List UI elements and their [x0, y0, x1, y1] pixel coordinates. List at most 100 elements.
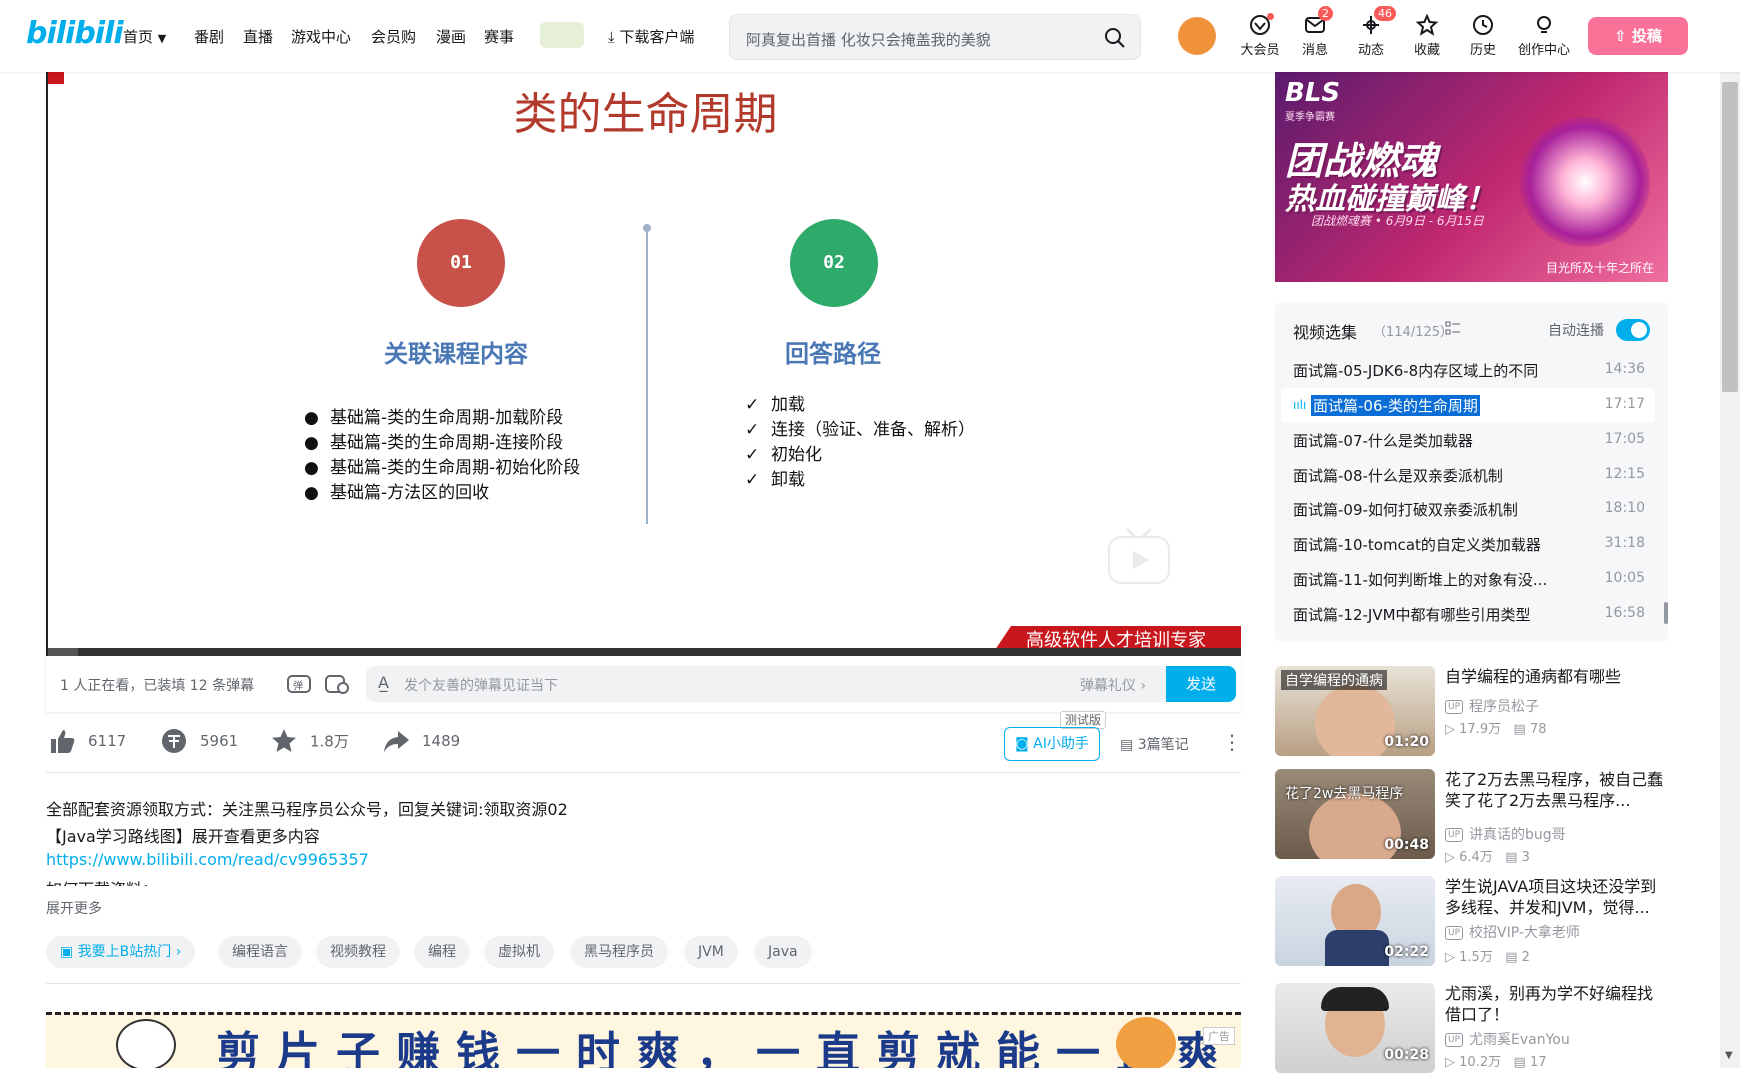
uploader[interactable]: UP 程序员松子 [1445, 696, 1539, 716]
video-stats: ▷ 6.4万 ▤ 3 [1445, 850, 1530, 865]
send-button[interactable]: 发送 [1166, 666, 1236, 702]
list-view-icon[interactable] [1445, 320, 1461, 336]
upload-button[interactable]: ⇧ 投稿 [1588, 17, 1688, 55]
uploader[interactable]: UP 尤雨奚EvanYou [1445, 1029, 1570, 1049]
notes-button[interactable]: ▤ 3篇笔记 [1120, 734, 1189, 754]
description-line: 全部配套资源领取方式：关注黑马程序员公众号，回复关键词:领取资源02 [46, 800, 568, 819]
scroll-down-icon[interactable]: ▼ [1725, 1050, 1733, 1061]
playing-wave-icon: ıılı [1293, 398, 1307, 412]
comment-icon: ▤ [1505, 850, 1518, 865]
tag[interactable]: Java [754, 936, 812, 968]
video-thumbnail[interactable]: 花了2w去黑马程序 00:48 [1275, 769, 1435, 859]
thumbnail-suit [1325, 930, 1389, 966]
search-input[interactable]: 阿真复出首播 化妆只会掩盖我的美貌 [746, 29, 991, 50]
header-message[interactable]: 2 消息 [1290, 6, 1340, 58]
danmaku-toggle-icon[interactable]: 弹 [286, 672, 312, 696]
progress-bar[interactable] [48, 648, 1241, 656]
video-title[interactable]: 学生说JAVA项目这块还没学到多线程、并发和JVM，觉得... [1445, 876, 1668, 918]
expand-more-link[interactable]: 展开更多 [46, 898, 102, 918]
avatar[interactable] [1178, 17, 1216, 55]
uploader[interactable]: UP 校招VIP-大拿老师 [1445, 922, 1580, 942]
danmaku-placeholder: 发个友善的弹幕见证当下 [404, 678, 558, 694]
nav-home[interactable]: 首页 ▼ [123, 26, 166, 47]
cat-mascot-icon [1116, 1017, 1176, 1068]
danmaku-etiquette-link[interactable]: 弹幕礼仪 › [1080, 675, 1146, 695]
video-title[interactable]: 自学编程的通病都有哪些 [1445, 666, 1668, 687]
bilibili-logo[interactable]: bilibili [26, 16, 124, 51]
video-thumbnail[interactable]: 自学编程的通病 01:20 [1275, 666, 1435, 756]
header-creator-center[interactable]: 创作中心 [1516, 14, 1572, 58]
recommended-video[interactable]: 00:28 尤雨溪，别再为学不好编程找借口了！ UP 尤雨奚EvanYou ▷ 1… [1275, 983, 1668, 1073]
ad-label: 广告 [1203, 1027, 1235, 1045]
bullet-item: ● 基础篇-方法区的回收 [304, 483, 490, 503]
comment-icon: ▤ [1505, 950, 1518, 965]
event-mascot-icon[interactable] [540, 22, 584, 48]
playlist-item[interactable]: 面试篇-07-什么是类加载器 17:05 [1281, 423, 1655, 457]
search-bar[interactable]: 阿真复出首播 化妆只会掩盖我的美貌 [729, 14, 1141, 60]
play-icon: ▷ [1445, 950, 1455, 965]
header-history[interactable]: 历史 [1458, 14, 1508, 58]
ad-banner[interactable]: 剪片子赚钱一时爽，一直剪就能一直爽 广告 [46, 1012, 1241, 1068]
progress-fill [48, 648, 78, 656]
nav-game-center[interactable]: 游戏中心 [291, 26, 351, 47]
tag[interactable]: JVM [684, 936, 738, 968]
ai-assistant-button[interactable]: ◙ AI小助手 [1004, 727, 1100, 761]
tag[interactable]: 视频教程 [316, 936, 400, 968]
more-options-icon[interactable]: ⋮ [1222, 730, 1242, 754]
check-item: ✓ 连接（验证、准备、解析） [745, 420, 975, 440]
danmaku-settings-icon[interactable] [324, 672, 350, 696]
nav-manga[interactable]: 漫画 [436, 26, 466, 47]
video-title[interactable]: 花了2万去黑马程序，被自己蠢笑了花了2万去黑马程序... [1445, 769, 1668, 811]
playlist-item[interactable]: 面试篇-09-如何打破双亲委派机制 18:10 [1281, 492, 1655, 526]
playlist-item[interactable]: 面试篇-11-如何判断堆上的对象有没... 10:05 [1281, 562, 1655, 596]
nav-mall[interactable]: 会员购 [371, 26, 416, 47]
video-thumbnail[interactable]: 00:28 [1275, 983, 1435, 1073]
playlist-item-active[interactable]: ıılı 面试篇-06-类的生命周期 17:17 [1281, 388, 1655, 422]
description-link[interactable]: https://www.bilibili.com/read/cv9965357 [46, 850, 369, 869]
recommended-video[interactable]: 自学编程的通病 01:20 自学编程的通病都有哪些 UP 程序员松子 ▷ 17.9… [1275, 666, 1668, 758]
banner-slogan: 剪片子赚钱一时爽，一直剪就能一直爽 [216, 1028, 1236, 1068]
coin-button[interactable]: 5961 [160, 727, 238, 759]
tag[interactable]: 黑马程序员 [570, 936, 668, 968]
download-icon: ⤓ [608, 28, 615, 46]
tag[interactable]: 虚拟机 [484, 936, 554, 968]
danmaku-input[interactable]: A̲ 发个友善的弹幕见证当下 弹幕礼仪 › 发送 [366, 666, 1236, 702]
nav-match[interactable]: 赛事 [484, 26, 514, 47]
video-title[interactable]: 尤雨溪，别再为学不好编程找借口了！ [1445, 983, 1668, 1025]
uploader[interactable]: UP 讲真话的bug哥 [1445, 824, 1566, 844]
tag[interactable]: 编程 [414, 936, 470, 968]
playlist-item[interactable]: 面试篇-05-JDK6-8内存区域上的不同 14:36 [1281, 353, 1655, 387]
nav-live[interactable]: 直播 [243, 26, 273, 47]
video-thumbnail[interactable]: 02:22 [1275, 876, 1435, 966]
playlist-item[interactable]: 面试篇-12-JVM中都有哪些引用类型 16:58 [1281, 597, 1655, 631]
search-icon[interactable] [1104, 27, 1126, 49]
header-favorites[interactable]: 收藏 [1402, 14, 1452, 58]
chevron-down-icon: ▼ [157, 32, 167, 45]
header-dynamic[interactable]: 46 动态 [1346, 6, 1396, 58]
playlist-item[interactable]: 面试篇-08-什么是双亲委派机制 12:15 [1281, 458, 1655, 492]
page-scroll-thumb[interactable] [1722, 82, 1738, 392]
download-client-link[interactable]: ⤓ 下载客户端 [608, 26, 694, 47]
playlist-title: 视频选集 [1293, 323, 1358, 342]
tag[interactable]: 编程语言 [218, 936, 302, 968]
header-vip[interactable]: 大会员 [1235, 13, 1285, 58]
text-style-icon[interactable]: A̲ [378, 673, 389, 692]
favorite-button[interactable]: 1.8万 [270, 727, 349, 759]
ad-brand: BLS [1285, 78, 1341, 108]
event-ad[interactable]: BLS 夏季争霸赛 团战燃魂 热血碰撞巅峰！ 团战燃魂赛 • 6月9日 - 6月… [1275, 72, 1668, 282]
playlist-item[interactable]: 面试篇-10-tomcat的自定义类加载器 31:18 [1281, 527, 1655, 561]
recommended-video[interactable]: 花了2w去黑马程序 00:48 花了2万去黑马程序，被自己蠢笑了花了2万去黑马程… [1275, 769, 1668, 865]
video-player[interactable]: 类的生命周期 01 关联课程内容 ● 基础篇-类的生命周期-加载阶段 ● 基础篇-类… [46, 72, 1241, 656]
autoplay-toggle[interactable] [1616, 319, 1650, 341]
share-button[interactable]: 1489 [382, 727, 460, 759]
star-icon [272, 729, 296, 752]
upload-icon: ⇧ [1614, 27, 1627, 45]
playlist-scrollbar[interactable] [1664, 602, 1668, 624]
video-stats: ▷ 10.2万 ▤ 17 [1445, 1055, 1547, 1070]
like-button[interactable]: 6117 [48, 727, 126, 759]
section-heading-related: 关联课程内容 [384, 340, 528, 368]
recommended-video[interactable]: 02:22 学生说JAVA项目这块还没学到多线程、并发和JVM，觉得... UP… [1275, 876, 1668, 968]
section-heading-answer: 回答路径 [785, 340, 881, 368]
nav-anime[interactable]: 番剧 [194, 26, 224, 47]
tag-trending[interactable]: ▣ 我要上B站热门 › [46, 936, 196, 968]
